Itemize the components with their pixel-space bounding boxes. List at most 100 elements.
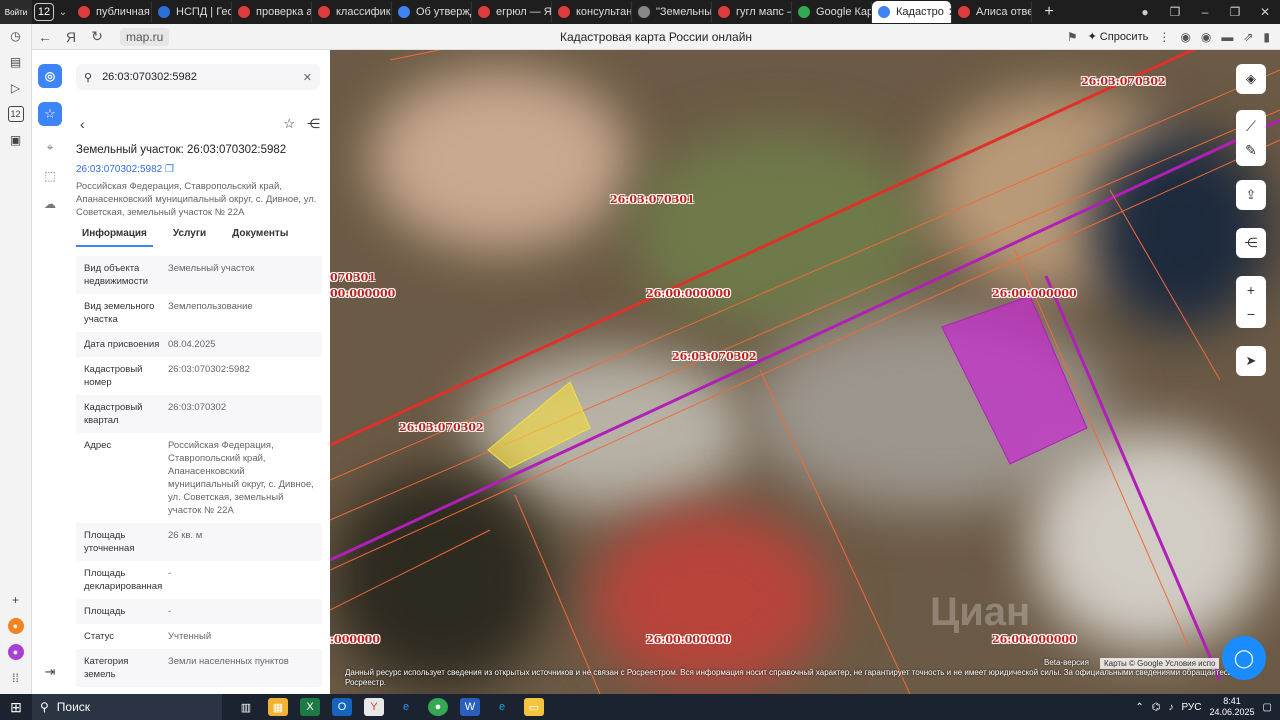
tab-documents[interactable]: Документы [226,228,294,247]
browser-tab[interactable]: "Земельный [632,1,712,23]
beta-label: Beta-версия [1044,658,1089,667]
cloud-icon[interactable]: ☁ [44,197,56,211]
browser-tab[interactable]: публичная к [72,1,152,23]
collections-icon[interactable]: ❐ [1160,5,1190,19]
parcel-link[interactable]: 26:03:070302:5982 ❐ [76,164,174,175]
add-icon[interactable]: + [8,592,24,608]
table-row: Площадь декларированная - [76,561,322,599]
select-area-icon[interactable]: ⬚ [44,169,55,183]
menu-icon[interactable]: ⋮ [1158,30,1170,44]
calendar-icon[interactable]: 12 [7,106,24,122]
tab-label: Кадастро [896,6,944,18]
yandex-icon[interactable]: Я [58,29,84,45]
parcel-line [759,369,911,694]
share-icon[interactable]: ⇗ [1243,30,1253,44]
outlook-icon[interactable]: O [332,698,352,716]
word-icon[interactable]: W [460,698,480,716]
folder-icon[interactable]: ▭ [524,698,544,716]
browser-tab[interactable]: НСПД | Геоп [152,1,232,23]
history-icon[interactable]: ◷ [8,28,24,44]
star-icon[interactable]: ☆ [283,116,295,132]
language-indicator[interactable]: РУС [1181,702,1201,713]
locate-button[interactable]: ➤ [1236,346,1266,376]
notifications-icon[interactable]: ▢ [1263,702,1272,713]
tab-services[interactable]: Услуги [167,228,212,247]
close-tab-icon[interactable]: ✕ [944,5,951,19]
restore-button[interactable]: ❐ [1220,5,1250,19]
browser-tab[interactable]: Google Карт [792,1,872,23]
back-icon[interactable]: ‹ [80,116,85,132]
row-key: Адрес [84,440,112,451]
yandex-browser-icon[interactable]: Y [364,698,384,716]
zoom-in-button[interactable]: + [1247,278,1255,302]
minimize-button[interactable]: – [1190,5,1220,19]
notes-icon[interactable]: ▤ [8,54,24,70]
chevron-down-icon[interactable]: ⌄ [54,7,72,18]
edit-icon[interactable]: ✎ [1245,138,1257,162]
profile-icon[interactable]: ● [1130,5,1160,19]
logo-icon[interactable]: ◎ [38,64,62,88]
screenshot-icon[interactable]: ▣ [8,132,24,148]
edge-icon[interactable]: e [396,698,416,716]
browser-tab[interactable]: Алиса отвеч [952,1,1032,23]
taskbar: ⊞ ⚲ Поиск ▥ ▦ X O Y e ● W e ▭ ⌃ ⌬ ♪ РУС … [0,694,1280,720]
apps-grid-icon[interactable]: ⁞⁞ [8,670,24,686]
play-icon[interactable]: ▷ [8,80,24,96]
browser-tab[interactable]: гугл мапс — [712,1,792,23]
zoom-out-button[interactable]: − [1247,302,1255,326]
back-button[interactable]: ← [32,29,58,45]
extension-icon[interactable]: ◉ [1180,30,1190,44]
table-row: Площадь - [76,599,322,624]
map-view[interactable]: 26:03:070302 26:03:070301 070301 00:0000… [330,50,1280,694]
layers-button[interactable]: ◈ [1236,64,1266,94]
downloads-icon[interactable]: ▬ [1221,30,1233,44]
favorites-icon[interactable]: ☆ [38,102,62,126]
browser-tab[interactable]: классифика [312,1,392,23]
clock[interactable]: 8:41 24.06.2025 [1210,696,1255,718]
reload-button[interactable]: ↻ [84,28,110,45]
extension-icon-2[interactable]: ◉ [1201,30,1211,44]
clear-icon[interactable]: ✕ [303,71,312,84]
url-field[interactable]: map.ru [120,27,170,46]
share-map-button[interactable]: ⋲ [1236,228,1266,258]
district-boundary [330,50,1197,447]
logout-icon[interactable]: ⇥ [45,664,56,680]
profile-button[interactable]: Войти [0,0,32,24]
search-input[interactable]: ⚲ 26:03:070302:5982 ✕ [76,64,320,90]
chrome-icon[interactable]: ● [428,698,448,716]
excel-icon[interactable]: X [300,698,320,716]
tab-info[interactable]: Информация [76,228,153,247]
bookmark-icon[interactable]: ⚑ [1067,30,1078,44]
parcel-line [1109,189,1221,381]
browser-tab[interactable]: Об утвержд [392,1,472,23]
app-icon-purple[interactable]: ● [7,644,24,660]
share-icon[interactable]: ⋲ [307,116,320,132]
copy-icon[interactable]: ❐ [165,164,174,175]
ask-button[interactable]: ✦ Спросить [1088,30,1149,44]
edge-icon-2[interactable]: e [492,698,512,716]
chevron-up-icon[interactable]: ⌃ [1135,702,1143,713]
browser-tab[interactable]: консультант [552,1,632,23]
browser-tab[interactable]: Кадастро✕ [872,1,952,23]
chat-button[interactable]: ◯ [1222,636,1266,680]
row-key: Вид земельного участка [84,301,155,325]
target-parcel[interactable] [487,381,591,469]
share-icon: ⋲ [1244,235,1258,250]
browser-tab[interactable]: проверка ав [232,1,312,23]
sidebar-icon[interactable]: ▮ [1263,30,1270,44]
browser-tab[interactable]: егрюл — Янд [472,1,552,23]
task-view-icon[interactable]: ▥ [236,698,256,716]
ruler-icon[interactable]: ⟋ [1246,114,1256,138]
store-icon[interactable]: ▦ [268,698,288,716]
close-window-button[interactable]: ✕ [1250,5,1280,19]
table-row: Кадастровый номер 26:03:070302:5982 [76,357,322,395]
volume-icon[interactable]: ♪ [1168,702,1173,713]
taskbar-search[interactable]: ⚲ Поиск [32,694,222,720]
upload-button[interactable]: ⇪ [1236,180,1266,210]
network-icon[interactable]: ⌬ [1152,702,1161,713]
app-icon-orange[interactable]: ● [7,618,24,634]
new-tab-button[interactable]: + [1038,3,1060,21]
pin-icon[interactable]: ⌖ [47,140,54,155]
start-button[interactable]: ⊞ [0,699,32,716]
tab-count-button[interactable]: 12 [34,3,54,21]
